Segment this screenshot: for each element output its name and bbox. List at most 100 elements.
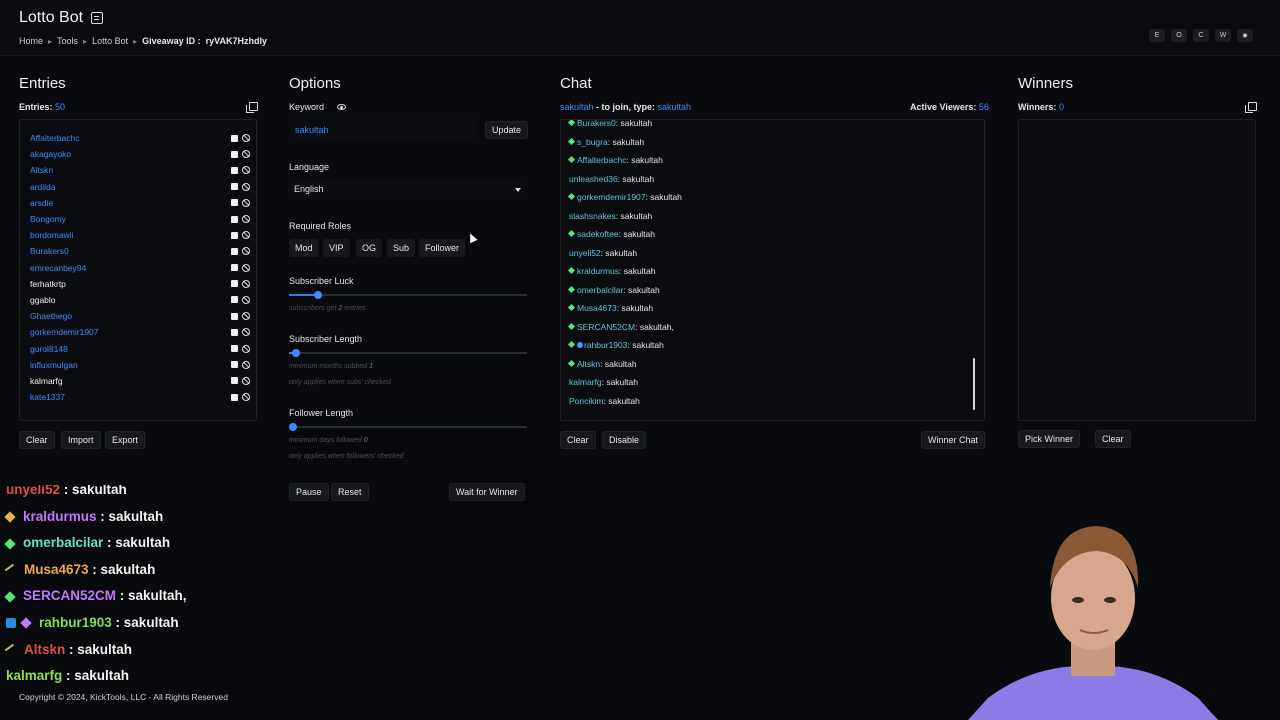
chat-username[interactable]: slashsnakes	[569, 211, 616, 221]
entry-username[interactable]: arsdie	[30, 198, 53, 208]
role-vip-button[interactable]: VIP	[323, 239, 350, 257]
keyword-input[interactable]: sakultah	[289, 119, 475, 141]
breadcrumb-tools[interactable]: Tools	[57, 36, 78, 46]
ban-icon[interactable]	[242, 295, 250, 304]
role-mod-button[interactable]: Mod	[289, 239, 319, 257]
entry-username[interactable]: influxmulgan	[30, 360, 78, 370]
ban-icon[interactable]	[242, 231, 250, 240]
chat-username[interactable]: sadekoftee	[577, 229, 619, 239]
chat-username[interactable]: unyeli52	[569, 248, 601, 258]
ban-icon[interactable]	[242, 328, 250, 337]
entry-username[interactable]: kate1337	[30, 392, 65, 402]
entry-username[interactable]: akagayoko	[30, 149, 71, 159]
chat-username[interactable]: s_bugra	[577, 137, 608, 147]
ban-icon[interactable]	[242, 247, 250, 256]
breadcrumb-home[interactable]: Home	[19, 36, 43, 46]
chat-username[interactable]: unleashed36	[569, 174, 618, 184]
entry-username[interactable]: Altskn	[30, 165, 53, 175]
chat-username[interactable]: kraldurmus	[577, 266, 619, 276]
top-button-c[interactable]: C	[1193, 29, 1209, 42]
subscriber-length-slider[interactable]	[289, 349, 527, 357]
entry-checkbox[interactable]	[231, 264, 238, 272]
entry-checkbox[interactable]	[231, 328, 238, 336]
entries-import-button[interactable]: Import	[61, 431, 101, 449]
entry-checkbox[interactable]	[231, 393, 238, 401]
entry-checkbox[interactable]	[231, 361, 238, 369]
ban-icon[interactable]	[242, 134, 250, 143]
entry-username[interactable]: Burakers0	[30, 246, 69, 256]
chat-username[interactable]: Burakers0	[577, 120, 616, 128]
entries-export-button[interactable]: Export	[105, 431, 146, 449]
chat-username[interactable]: Affalterbachc	[577, 155, 626, 165]
entry-checkbox[interactable]	[231, 199, 238, 207]
role-sub-button[interactable]: Sub	[387, 239, 416, 257]
chat-disable-button[interactable]: Disable	[602, 431, 647, 449]
entry-checkbox[interactable]	[231, 134, 238, 142]
entry-username[interactable]: bordomawii	[30, 230, 73, 240]
winner-chat-button[interactable]: Winner Chat	[921, 431, 986, 449]
winners-clear-button[interactable]: Clear	[1095, 430, 1131, 448]
chat-clear-button[interactable]: Clear	[560, 431, 596, 449]
top-button-e[interactable]: E	[1149, 29, 1165, 42]
entry-checkbox[interactable]	[231, 280, 238, 288]
ban-icon[interactable]	[242, 393, 250, 402]
slider-thumb[interactable]	[289, 423, 297, 431]
chat-username[interactable]: kalmarfg	[569, 377, 602, 387]
entry-username[interactable]: Ghaethego	[30, 311, 72, 321]
pause-button[interactable]: Pause	[289, 483, 329, 501]
entry-username[interactable]: gorkemdemir1907	[30, 327, 99, 337]
chat-username[interactable]: gorkemdemir1907	[577, 192, 646, 202]
entry-checkbox[interactable]	[231, 312, 238, 320]
slider-thumb[interactable]	[292, 349, 301, 357]
entry-username[interactable]: kalmarfg	[30, 376, 63, 386]
chat-scrollbar[interactable]	[973, 358, 975, 410]
top-button-o[interactable]: O	[1171, 29, 1187, 42]
entry-username[interactable]: ardilda	[30, 182, 56, 192]
role-follower-button[interactable]: Follower	[419, 239, 466, 257]
chat-username[interactable]: rahbur1903	[584, 340, 627, 350]
chat-username[interactable]: Altskn	[577, 359, 600, 369]
breadcrumb-lotto-bot[interactable]: Lotto Bot	[92, 36, 128, 46]
ban-icon[interactable]	[242, 150, 250, 159]
wait-for-winner-button[interactable]: Wait for Winner	[449, 483, 525, 501]
chat-username[interactable]: Poncikim	[569, 396, 603, 406]
entries-clear-button[interactable]: Clear	[19, 431, 55, 449]
ban-icon[interactable]	[242, 263, 250, 272]
ban-icon[interactable]	[242, 198, 250, 207]
eye-icon[interactable]	[337, 104, 346, 110]
entry-checkbox[interactable]	[231, 377, 238, 385]
ban-icon[interactable]	[242, 215, 250, 224]
entry-checkbox[interactable]	[231, 231, 238, 239]
ban-icon[interactable]	[242, 312, 250, 321]
entry-checkbox[interactable]	[231, 150, 238, 158]
entry-username[interactable]: Bongomy	[30, 214, 66, 224]
chat-username[interactable]: omerbalcilar	[577, 285, 623, 295]
role-og-button[interactable]: OG	[356, 239, 383, 257]
entry-username[interactable]: Affalterbachc	[30, 133, 79, 143]
entry-username[interactable]: gurol8148	[30, 344, 68, 354]
top-button-w[interactable]: W	[1215, 29, 1231, 42]
language-select[interactable]: English	[289, 180, 527, 200]
entry-checkbox[interactable]	[231, 183, 238, 191]
entry-checkbox[interactable]	[231, 345, 238, 353]
reset-button[interactable]: Reset	[331, 483, 369, 501]
entry-username[interactable]: ggablo	[30, 295, 56, 305]
entry-checkbox[interactable]	[231, 296, 238, 304]
slider-thumb[interactable]	[313, 291, 322, 299]
ban-icon[interactable]	[242, 182, 250, 191]
theme-toggle-icon[interactable]: ✹	[1237, 29, 1253, 42]
entry-username[interactable]: ferhatkrtp	[30, 279, 66, 289]
chat-username[interactable]: Musa4673	[577, 303, 617, 313]
ban-icon[interactable]	[242, 376, 250, 385]
chat-username[interactable]: SERCAN52CM	[577, 322, 635, 332]
subscriber-luck-slider[interactable]	[289, 291, 527, 299]
ban-icon[interactable]	[242, 166, 250, 175]
entry-checkbox[interactable]	[231, 247, 238, 255]
ban-icon[interactable]	[242, 344, 250, 353]
follower-length-slider[interactable]	[289, 423, 527, 431]
update-button[interactable]: Update	[485, 121, 529, 139]
pick-winner-button[interactable]: Pick Winner	[1018, 430, 1081, 448]
ban-icon[interactable]	[242, 360, 250, 369]
copy-icon[interactable]	[1245, 102, 1257, 113]
entry-username[interactable]: emrecanbey94	[30, 263, 86, 273]
